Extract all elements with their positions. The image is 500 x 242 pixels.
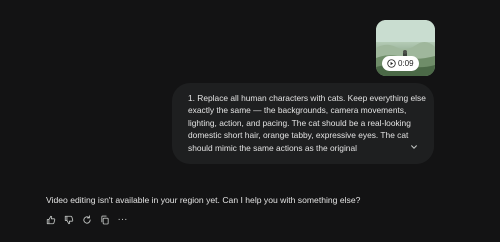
user-prompt-bubble: 1. Replace all human characters with cat… [172, 83, 434, 164]
more-options-button[interactable]: ··· [116, 213, 129, 226]
video-thumbnail[interactable]: 0:09 [376, 20, 435, 76]
copy-icon [100, 215, 109, 224]
video-duration: 0:09 [398, 59, 414, 68]
regenerate-icon [82, 214, 91, 224]
video-duration-badge: 0:09 [382, 56, 419, 71]
expand-prompt-button[interactable] [407, 140, 421, 154]
thumbs-up-button[interactable] [44, 213, 57, 226]
thumbs-up-icon [46, 215, 55, 224]
prompt-fade-overlay [364, 142, 434, 164]
chevron-down-icon [411, 145, 417, 149]
thumbs-down-icon [64, 215, 73, 224]
assistant-response: Video editing isn't available in your re… [46, 195, 361, 205]
copy-button[interactable] [98, 213, 111, 226]
regenerate-button[interactable] [80, 213, 93, 226]
play-icon [387, 59, 396, 68]
thumbs-down-button[interactable] [62, 213, 75, 226]
response-actions: ··· [44, 213, 129, 227]
more-icon: ··· [117, 213, 128, 225]
